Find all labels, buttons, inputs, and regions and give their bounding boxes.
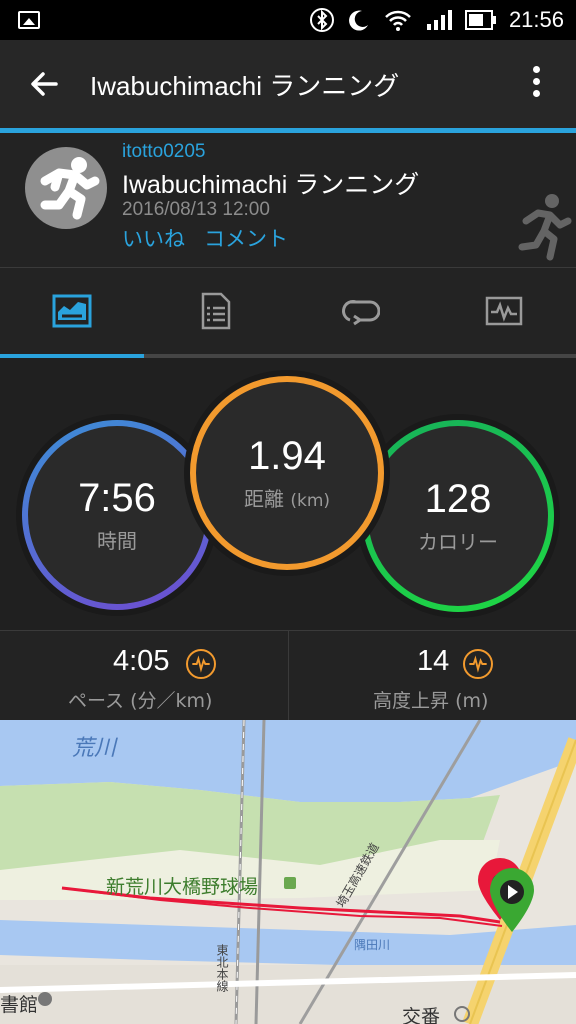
elevation-label: 高度上昇 bbox=[373, 690, 450, 712]
time-label: 時間 bbox=[97, 529, 137, 553]
clock: 21:56 bbox=[508, 7, 564, 32]
pace-label: ペース bbox=[68, 690, 125, 712]
map-canvas bbox=[0, 720, 576, 1024]
calories-label: カロリー bbox=[418, 530, 498, 554]
time-value: 7:56 bbox=[78, 476, 156, 520]
avatar[interactable] bbox=[25, 147, 107, 229]
calories-value: 128 bbox=[424, 477, 492, 521]
pace-stat: 4:05 ペース (分／km) bbox=[0, 631, 288, 721]
map-label-canal: 隅田川 bbox=[354, 938, 391, 952]
activity-name: Iwabuchimachi ランニング bbox=[122, 171, 420, 199]
running-activity-icon bbox=[518, 194, 572, 261]
back-button[interactable] bbox=[24, 64, 68, 104]
tab-graphs[interactable] bbox=[432, 268, 576, 354]
map-label-koban: 交番 bbox=[402, 1006, 441, 1024]
status-icons: 21:56 bbox=[309, 0, 564, 40]
map-label-library: 書館 bbox=[0, 994, 39, 1016]
wifi-icon bbox=[385, 10, 411, 31]
moon-icon bbox=[348, 10, 368, 31]
summary-chart-icon bbox=[52, 294, 92, 328]
laps-loop-icon bbox=[342, 300, 380, 326]
tab-summary[interactable] bbox=[0, 268, 144, 354]
distance-label-row: 距離 (km) bbox=[244, 483, 330, 512]
pace-label-row: ペース (分／km) bbox=[68, 686, 212, 713]
status-bar: 21:56 bbox=[0, 0, 576, 40]
bluetooth-icon bbox=[309, 8, 334, 32]
stats-panel: 7:56 時間 128 カロリー 1.94 距離 (km) bbox=[0, 358, 576, 630]
pace-chart-icon[interactable] bbox=[186, 649, 216, 679]
elevation-unit: (m) bbox=[455, 690, 489, 712]
elevation-chart-icon[interactable] bbox=[463, 649, 493, 679]
activity-header: itotto0205 Iwabuchimachi ランニング 2016/08/1… bbox=[0, 133, 576, 268]
map-label-park: 新荒川大橋野球場 bbox=[106, 876, 259, 898]
app-bar: Iwabuchimachi ランニング bbox=[0, 40, 576, 128]
sub-stats: 4:05 ペース (分／km) 14 高度上昇 (m) bbox=[0, 630, 576, 721]
page-title: Iwabuchimachi ランニング bbox=[90, 71, 400, 101]
elevation-label-row: 高度上昇 (m) bbox=[373, 686, 488, 713]
app-screen: 21:56 Iwabuchimachi ランニング itotto0205 Iwa… bbox=[0, 0, 576, 1024]
map-label-rail: 東北本線 bbox=[215, 944, 229, 992]
like-button[interactable]: いいね bbox=[122, 223, 185, 253]
activity-datetime: 2016/08/13 12:00 bbox=[122, 199, 270, 220]
pace-unit: (分／km) bbox=[130, 690, 213, 712]
distance-value: 1.94 bbox=[248, 434, 326, 478]
map-label-river: 荒川 bbox=[72, 736, 117, 761]
comment-button[interactable]: コメント bbox=[204, 223, 288, 253]
arrow-left-icon bbox=[31, 72, 58, 96]
pace-value: 4:05 bbox=[113, 645, 170, 677]
time-stat: 7:56 時間 bbox=[22, 420, 212, 610]
overflow-menu-icon bbox=[532, 66, 540, 73]
graph-icon bbox=[485, 296, 523, 326]
tab-details[interactable] bbox=[144, 268, 288, 354]
details-list-icon bbox=[201, 292, 231, 330]
distance-label: 距離 bbox=[243, 487, 284, 511]
distance-stat: 1.94 距離 (km) bbox=[190, 376, 384, 570]
route-map[interactable]: 荒川 新荒川大橋野球場 東北本線 埼玉高速鉄道 隅田川 交番 書館 bbox=[0, 720, 576, 1024]
distance-unit: (km) bbox=[290, 491, 331, 511]
signal-icon bbox=[426, 10, 452, 30]
overflow-menu-button[interactable] bbox=[526, 66, 546, 106]
elevation-value: 14 bbox=[417, 645, 450, 677]
tab-laps[interactable] bbox=[288, 268, 432, 354]
running-person-icon bbox=[40, 157, 100, 220]
tab-bar bbox=[0, 268, 576, 358]
image-icon bbox=[18, 11, 40, 29]
battery-icon bbox=[464, 10, 496, 30]
username-link[interactable]: itotto0205 bbox=[122, 141, 205, 163]
calories-stat: 128 カロリー bbox=[362, 420, 554, 612]
elevation-stat: 14 高度上昇 (m) bbox=[288, 631, 576, 721]
